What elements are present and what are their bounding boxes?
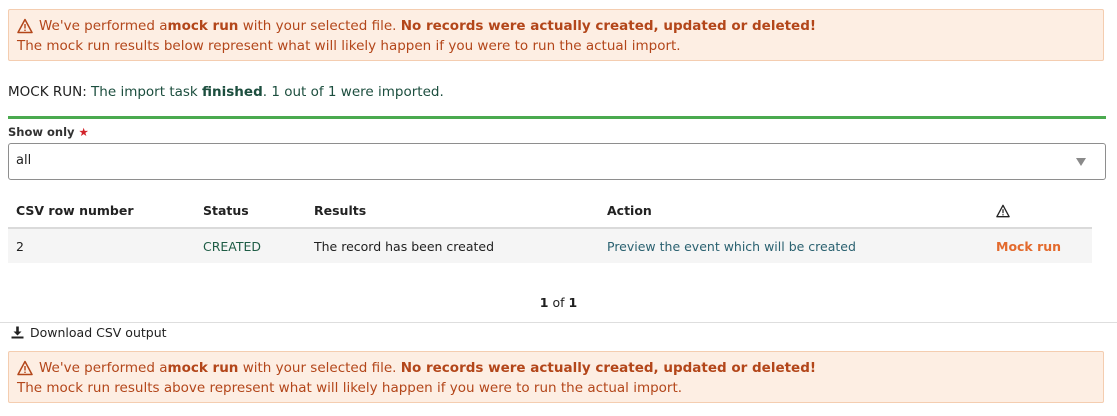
chevron-down-icon	[1076, 158, 1086, 166]
show-only-text: Show only	[8, 125, 75, 139]
header-csv-row-number: CSV row number	[8, 193, 195, 229]
alert-text-1: We've performed a	[39, 360, 168, 376]
table-header-row: CSV row number Status Results Action	[8, 193, 1092, 229]
cell-flag: Mock run	[988, 228, 1092, 263]
alert-text-1: We've performed a	[39, 18, 168, 34]
mock-run-link[interactable]: Mock run	[996, 239, 1061, 254]
download-icon	[11, 326, 24, 339]
show-only-select[interactable]: all	[8, 143, 1106, 180]
alert-text-2: with your selected file.	[238, 18, 401, 34]
page-current: 1	[539, 295, 549, 310]
show-only-label: Show only ★	[8, 125, 89, 139]
show-only-value: all	[16, 153, 32, 168]
status-state: finished	[202, 84, 263, 100]
mock-run-alert-top: We've performed a mock run with your sel…	[8, 9, 1104, 61]
page-sep: of	[548, 295, 569, 310]
header-status: Status	[195, 193, 306, 229]
import-status-line: MOCK RUN: The import task finished. 1 ou…	[8, 84, 444, 100]
cell-action: Preview the event which will be created	[599, 228, 988, 263]
status-label: MOCK RUN:	[8, 84, 87, 100]
warning-icon	[17, 18, 33, 34]
required-star-icon: ★	[78, 125, 89, 139]
progress-bar	[8, 116, 1106, 119]
preview-event-link[interactable]: Preview the event which will be created	[607, 239, 856, 254]
alert-text-mock-run: mock run	[167, 18, 239, 34]
results-table: CSV row number Status Results Action 2 C…	[8, 193, 1092, 263]
header-results: Results	[306, 193, 599, 229]
cell-row-number: 2	[8, 228, 195, 263]
download-csv-label: Download CSV output	[30, 325, 167, 340]
status-text-2: . 1 out of 1 were imported.	[262, 84, 444, 100]
alert-headline: We've performed a mock run with your sel…	[17, 16, 1095, 36]
pagination: 1 of 1	[0, 295, 1117, 310]
header-action: Action	[599, 193, 988, 229]
cell-result: The record has been created	[306, 228, 599, 263]
cell-status: CREATED	[195, 228, 306, 263]
alert-text-no-records: No records were actually created, update…	[400, 360, 817, 376]
page-total: 1	[568, 295, 578, 310]
alert-headline: We've performed a mock run with your sel…	[17, 358, 1095, 378]
table-row: 2 CREATED The record has been created Pr…	[8, 228, 1092, 263]
divider	[0, 322, 1117, 323]
warning-icon	[996, 204, 1010, 218]
alert-text-no-records: No records were actually created, update…	[400, 18, 817, 34]
alert-subtext: The mock run results below represent wha…	[17, 38, 681, 54]
alert-text-2: with your selected file.	[238, 360, 401, 376]
alert-subtext: The mock run results above represent wha…	[17, 380, 683, 396]
status-text-1: The import task	[86, 84, 203, 100]
mock-run-alert-bottom: We've performed a mock run with your sel…	[8, 351, 1104, 403]
download-csv-button[interactable]: Download CSV output	[11, 325, 167, 340]
alert-text-mock-run: mock run	[167, 360, 239, 376]
warning-icon	[17, 360, 33, 376]
header-warning	[988, 193, 1092, 229]
